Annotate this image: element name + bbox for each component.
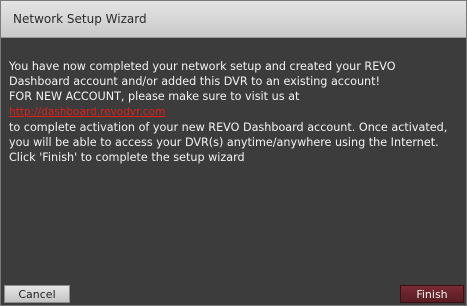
new-account-intro: FOR NEW ACCOUNT, please make sure to vis… xyxy=(9,90,300,103)
finish-button[interactable]: Finish xyxy=(400,285,464,303)
activation-instructions: to complete activation of your new REVO … xyxy=(9,121,448,149)
finish-instruction: Click 'Finish' to complete the setup wiz… xyxy=(9,151,245,164)
cancel-button[interactable]: Cancel xyxy=(4,285,70,303)
dialog-title: Network Setup Wizard xyxy=(13,12,147,26)
completion-message: You have now completed your network setu… xyxy=(9,60,396,88)
network-setup-wizard-dialog: Network Setup Wizard You have now comple… xyxy=(0,0,467,306)
new-account-message: FOR NEW ACCOUNT, please make sure to vis… xyxy=(9,89,459,150)
title-bar: Network Setup Wizard xyxy=(1,1,466,38)
message-body: You have now completed your network setu… xyxy=(9,59,459,165)
dashboard-link[interactable]: http://dashboard.revodvr.com xyxy=(9,106,165,118)
